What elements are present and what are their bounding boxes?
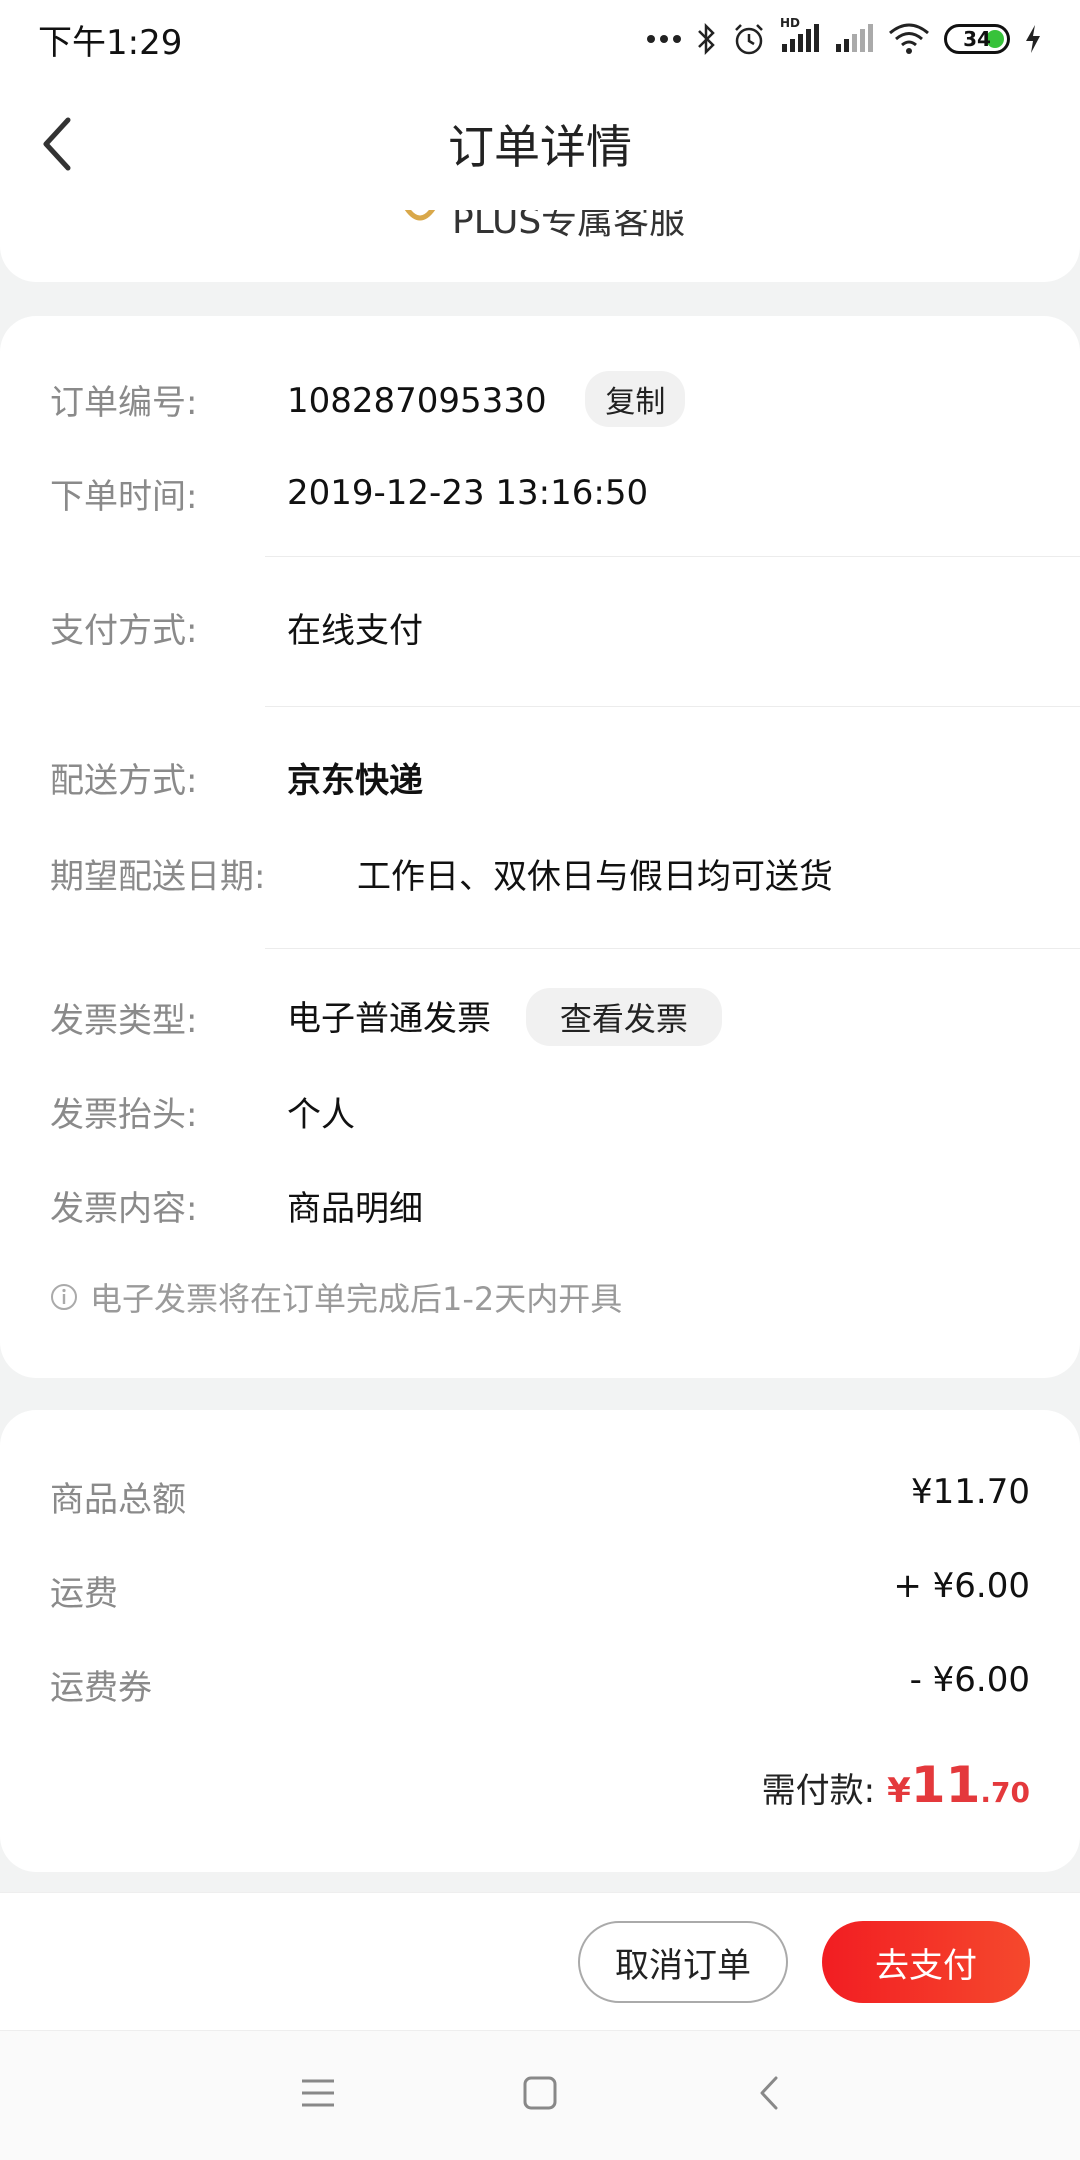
status-time: 下午1:29 (38, 22, 183, 63)
invoice-content-value: 商品明细 (287, 1188, 423, 1229)
order-time-label: 下单时间: (50, 476, 198, 517)
back-arrow-icon[interactable] (38, 114, 78, 174)
payable-integer: 11 (910, 1756, 981, 1814)
invoice-type-value: 电子普通发票 查看发票 (287, 988, 722, 1046)
system-nav-bar (0, 2030, 1080, 2160)
goods-total-row: 商品总额 ¥11.70 (50, 1472, 1030, 1521)
payable-total: 需付款: ¥ 11 .70 (762, 1756, 1030, 1814)
order-number-row: 订单编号: 108287095330 复制 (0, 371, 1080, 427)
battery-level: 34 (963, 27, 991, 51)
cancel-order-button[interactable]: 取消订单 (578, 1921, 788, 2003)
invoice-note: 电子发票将在订单完成后1-2天内开具 (50, 1274, 622, 1320)
order-time-value: 2019-12-23 13:16:50 (287, 473, 649, 513)
invoice-content-label: 发票内容: (50, 1188, 198, 1229)
cell-signal-2-icon (836, 24, 873, 52)
invoice-title-row: 发票抬头: 个人 (0, 1086, 1080, 1136)
invoice-content-row: 发票内容: 商品明细 (0, 1180, 1080, 1230)
divider (265, 948, 1080, 949)
wifi-icon (889, 23, 929, 54)
page-title: 订单详情 (448, 120, 632, 174)
copy-button[interactable]: 复制 (585, 371, 686, 427)
order-number-value: 108287095330 复制 (287, 371, 686, 427)
menu-icon[interactable] (300, 2075, 336, 2111)
invoice-note-text: 电子发票将在订单完成后1-2天内开具 (90, 1280, 623, 1318)
header: 订单详情 (0, 78, 1080, 210)
nav-back-icon[interactable] (752, 2075, 788, 2111)
order-info-card: 订单编号: 108287095330 复制 下单时间: 2019-12-23 1… (0, 316, 1080, 1378)
bluetooth-icon (698, 22, 715, 56)
more-dots-icon (647, 35, 681, 43)
invoice-title-label: 发票抬头: (50, 1094, 198, 1135)
battery-indicator: 34 (944, 24, 1010, 54)
home-icon[interactable] (522, 2075, 558, 2111)
goods-total-value: ¥11.70 (911, 1472, 1030, 1512)
payable-currency: ¥ (887, 1771, 911, 1811)
divider (265, 706, 1080, 707)
payable-label: 需付款: (761, 1771, 876, 1811)
chat-bubble-icon (404, 210, 436, 221)
expected-date-label: 期望配送日期: (50, 856, 266, 897)
delivery-value: 京东快递 (287, 760, 423, 801)
payment-label: 支付方式: (50, 610, 198, 651)
invoice-type: 电子普通发票 (287, 999, 491, 1039)
order-number: 108287095330 (287, 381, 547, 421)
shipping-coupon-row: 运费券 - ¥6.00 (50, 1660, 1030, 1709)
status-icons: HD 34 (646, 16, 1042, 56)
payable-decimal: .70 (980, 1776, 1030, 1809)
shipping-coupon-label: 运费券 (50, 1668, 152, 1708)
payment-value: 在线支付 (287, 610, 423, 651)
invoice-type-label: 发票类型: (50, 1000, 198, 1041)
payment-row: 支付方式: 在线支付 (0, 602, 1080, 652)
shipping-value: + ¥6.00 (893, 1566, 1030, 1606)
service-card: PLUS专属客服 (0, 210, 1080, 282)
view-invoice-button[interactable]: 查看发票 (525, 988, 722, 1046)
expected-date-value: 工作日、双休日与假日均可送货 (357, 856, 833, 897)
divider (265, 556, 1080, 557)
shipping-row: 运费 + ¥6.00 (50, 1566, 1030, 1615)
hd-label: HD (780, 16, 801, 30)
expected-date-row: 期望配送日期: 工作日、双休日与假日均可送货 (0, 848, 1080, 898)
shipping-coupon-value: - ¥6.00 (909, 1660, 1030, 1700)
info-icon (51, 1284, 77, 1310)
alarm-icon (735, 24, 763, 55)
status-bar: 下午1:29 HD 34 (0, 0, 1080, 78)
goods-total-label: 商品总额 (50, 1480, 186, 1520)
charging-icon (1026, 25, 1040, 53)
plus-service-link[interactable]: PLUS专属客服 (400, 210, 685, 244)
delivery-label: 配送方式: (50, 760, 198, 801)
pay-button[interactable]: 去支付 (822, 1921, 1030, 2003)
plus-service-label: PLUS专属客服 (452, 210, 686, 242)
invoice-type-row: 发票类型: 电子普通发票 查看发票 (0, 988, 1080, 1046)
shipping-label: 运费 (50, 1574, 118, 1614)
amount-card: 商品总额 ¥11.70 运费 + ¥6.00 运费券 - ¥6.00 需付款: … (0, 1410, 1080, 1872)
order-time-row: 下单时间: 2019-12-23 13:16:50 (0, 468, 1080, 518)
invoice-title-value: 个人 (287, 1094, 355, 1135)
bottom-action-bar: 取消订单 去支付 (0, 1892, 1080, 2030)
order-number-label: 订单编号: (50, 382, 198, 423)
signal-hd: HD (780, 16, 820, 54)
delivery-row: 配送方式: 京东快递 (0, 752, 1080, 802)
